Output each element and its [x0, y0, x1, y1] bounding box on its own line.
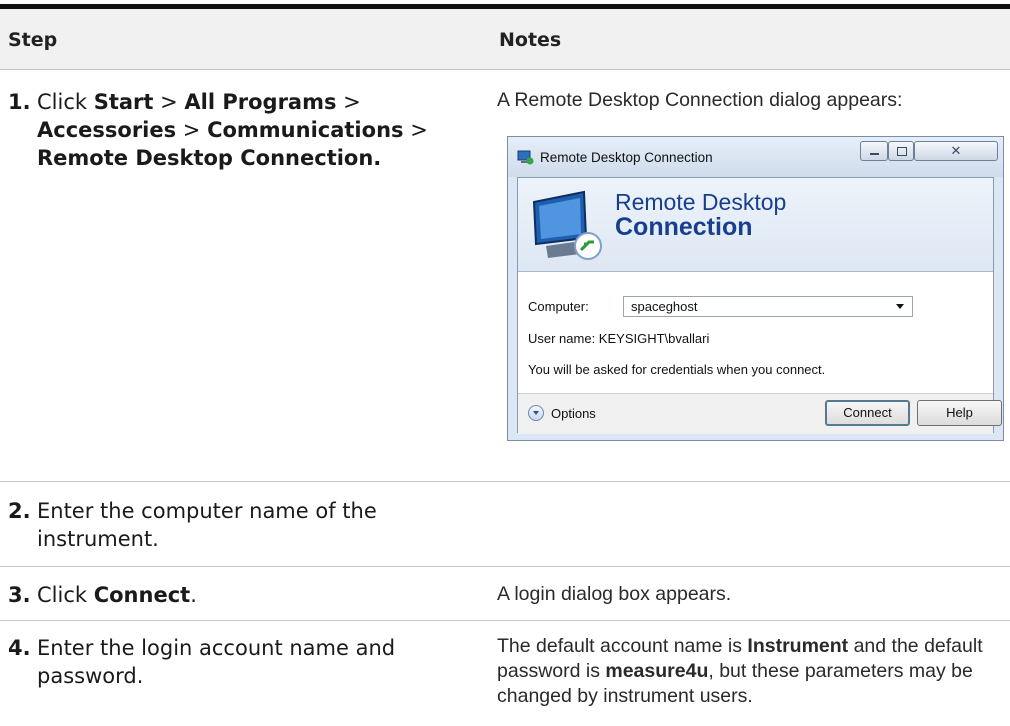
- step-text: Enter the login account name and passwor…: [37, 636, 396, 688]
- row-divider: [0, 620, 1010, 621]
- row-divider: [0, 481, 1010, 482]
- dialog-banner: Remote Desktop Connection: [518, 178, 993, 272]
- step-number: 3.: [8, 583, 31, 607]
- step-row-1: 1. Click Start > All Programs > Accessor…: [8, 88, 468, 172]
- step-number: 4.: [8, 636, 31, 660]
- computer-value: spaceghost: [631, 299, 698, 314]
- separator: >: [153, 90, 185, 114]
- chevron-down-icon[interactable]: [896, 304, 904, 309]
- menu-all-programs: All Programs: [184, 90, 337, 114]
- header-step: Step: [8, 29, 58, 51]
- step-row-3: 3. Click Connect.: [8, 581, 468, 609]
- connect-button[interactable]: Connect: [825, 400, 910, 426]
- rdc-dialog: Remote Desktop Connection ✕ Remote Deskt…: [507, 136, 1004, 441]
- step-text: Enter the computer name of the instrumen…: [37, 499, 377, 551]
- separator: >: [176, 118, 208, 142]
- step-text-part: Click: [37, 90, 94, 114]
- step-row-4: 4. Enter the login account name and pass…: [8, 634, 468, 690]
- dialog-client: Remote Desktop Connection Computer: spac…: [517, 177, 1002, 434]
- credentials-note: You will be asked for credentials when y…: [528, 362, 826, 377]
- dialog-footer: Options Connect Help: [518, 393, 1002, 434]
- connect-keyword: Connect: [93, 583, 191, 607]
- default-account-name: Instrument: [747, 635, 849, 657]
- table-header: Step Notes: [0, 9, 1010, 70]
- dialog-titlebar: Remote Desktop Connection ✕: [508, 137, 1003, 177]
- step-text: Click Start > All Programs > Accessories…: [37, 88, 468, 172]
- separator: >: [336, 90, 361, 114]
- help-button[interactable]: Help: [917, 400, 1002, 426]
- step-text-part: Click: [37, 583, 94, 607]
- computer-combo[interactable]: spaceghost: [623, 296, 913, 317]
- note-row-1: A Remote Desktop Connection dialog appea…: [497, 89, 903, 111]
- maximize-button[interactable]: [888, 141, 914, 161]
- monitor-logo-icon: [532, 190, 602, 260]
- step-text-part: .: [190, 583, 197, 607]
- step-number: 2.: [8, 499, 31, 523]
- menu-accessories: Accessories: [37, 118, 177, 142]
- header-notes: Notes: [499, 29, 562, 51]
- close-button[interactable]: ✕: [914, 141, 998, 161]
- username-line: User name: KEYSIGHT\bvallari: [528, 331, 710, 346]
- default-password: measure4u: [605, 660, 709, 682]
- dialog-title: Remote Desktop Connection: [540, 150, 713, 165]
- options-link[interactable]: Options: [551, 406, 596, 421]
- separator: >: [403, 118, 428, 142]
- note-row-3: A login dialog box appears.: [497, 583, 732, 605]
- menu-remote-desktop: Remote Desktop Connection.: [37, 146, 382, 170]
- step-row-2: 2. Enter the computer name of the instru…: [8, 497, 468, 553]
- note-text-part: The default account name is: [497, 635, 748, 657]
- close-icon: ✕: [950, 143, 962, 158]
- row-divider: [0, 566, 1010, 567]
- banner-line-2: Connection: [615, 213, 753, 241]
- app-icon: [517, 150, 534, 165]
- step-text: Click Connect.: [37, 581, 468, 609]
- note-row-4: The default account name is Instrument a…: [497, 634, 1005, 709]
- options-expand-icon[interactable]: [528, 405, 544, 421]
- step-number: 1.: [8, 90, 31, 114]
- computer-label: Computer:: [528, 299, 589, 314]
- menu-communications: Communications: [207, 118, 404, 142]
- minimize-button[interactable]: [860, 141, 888, 161]
- menu-start: Start: [93, 90, 154, 114]
